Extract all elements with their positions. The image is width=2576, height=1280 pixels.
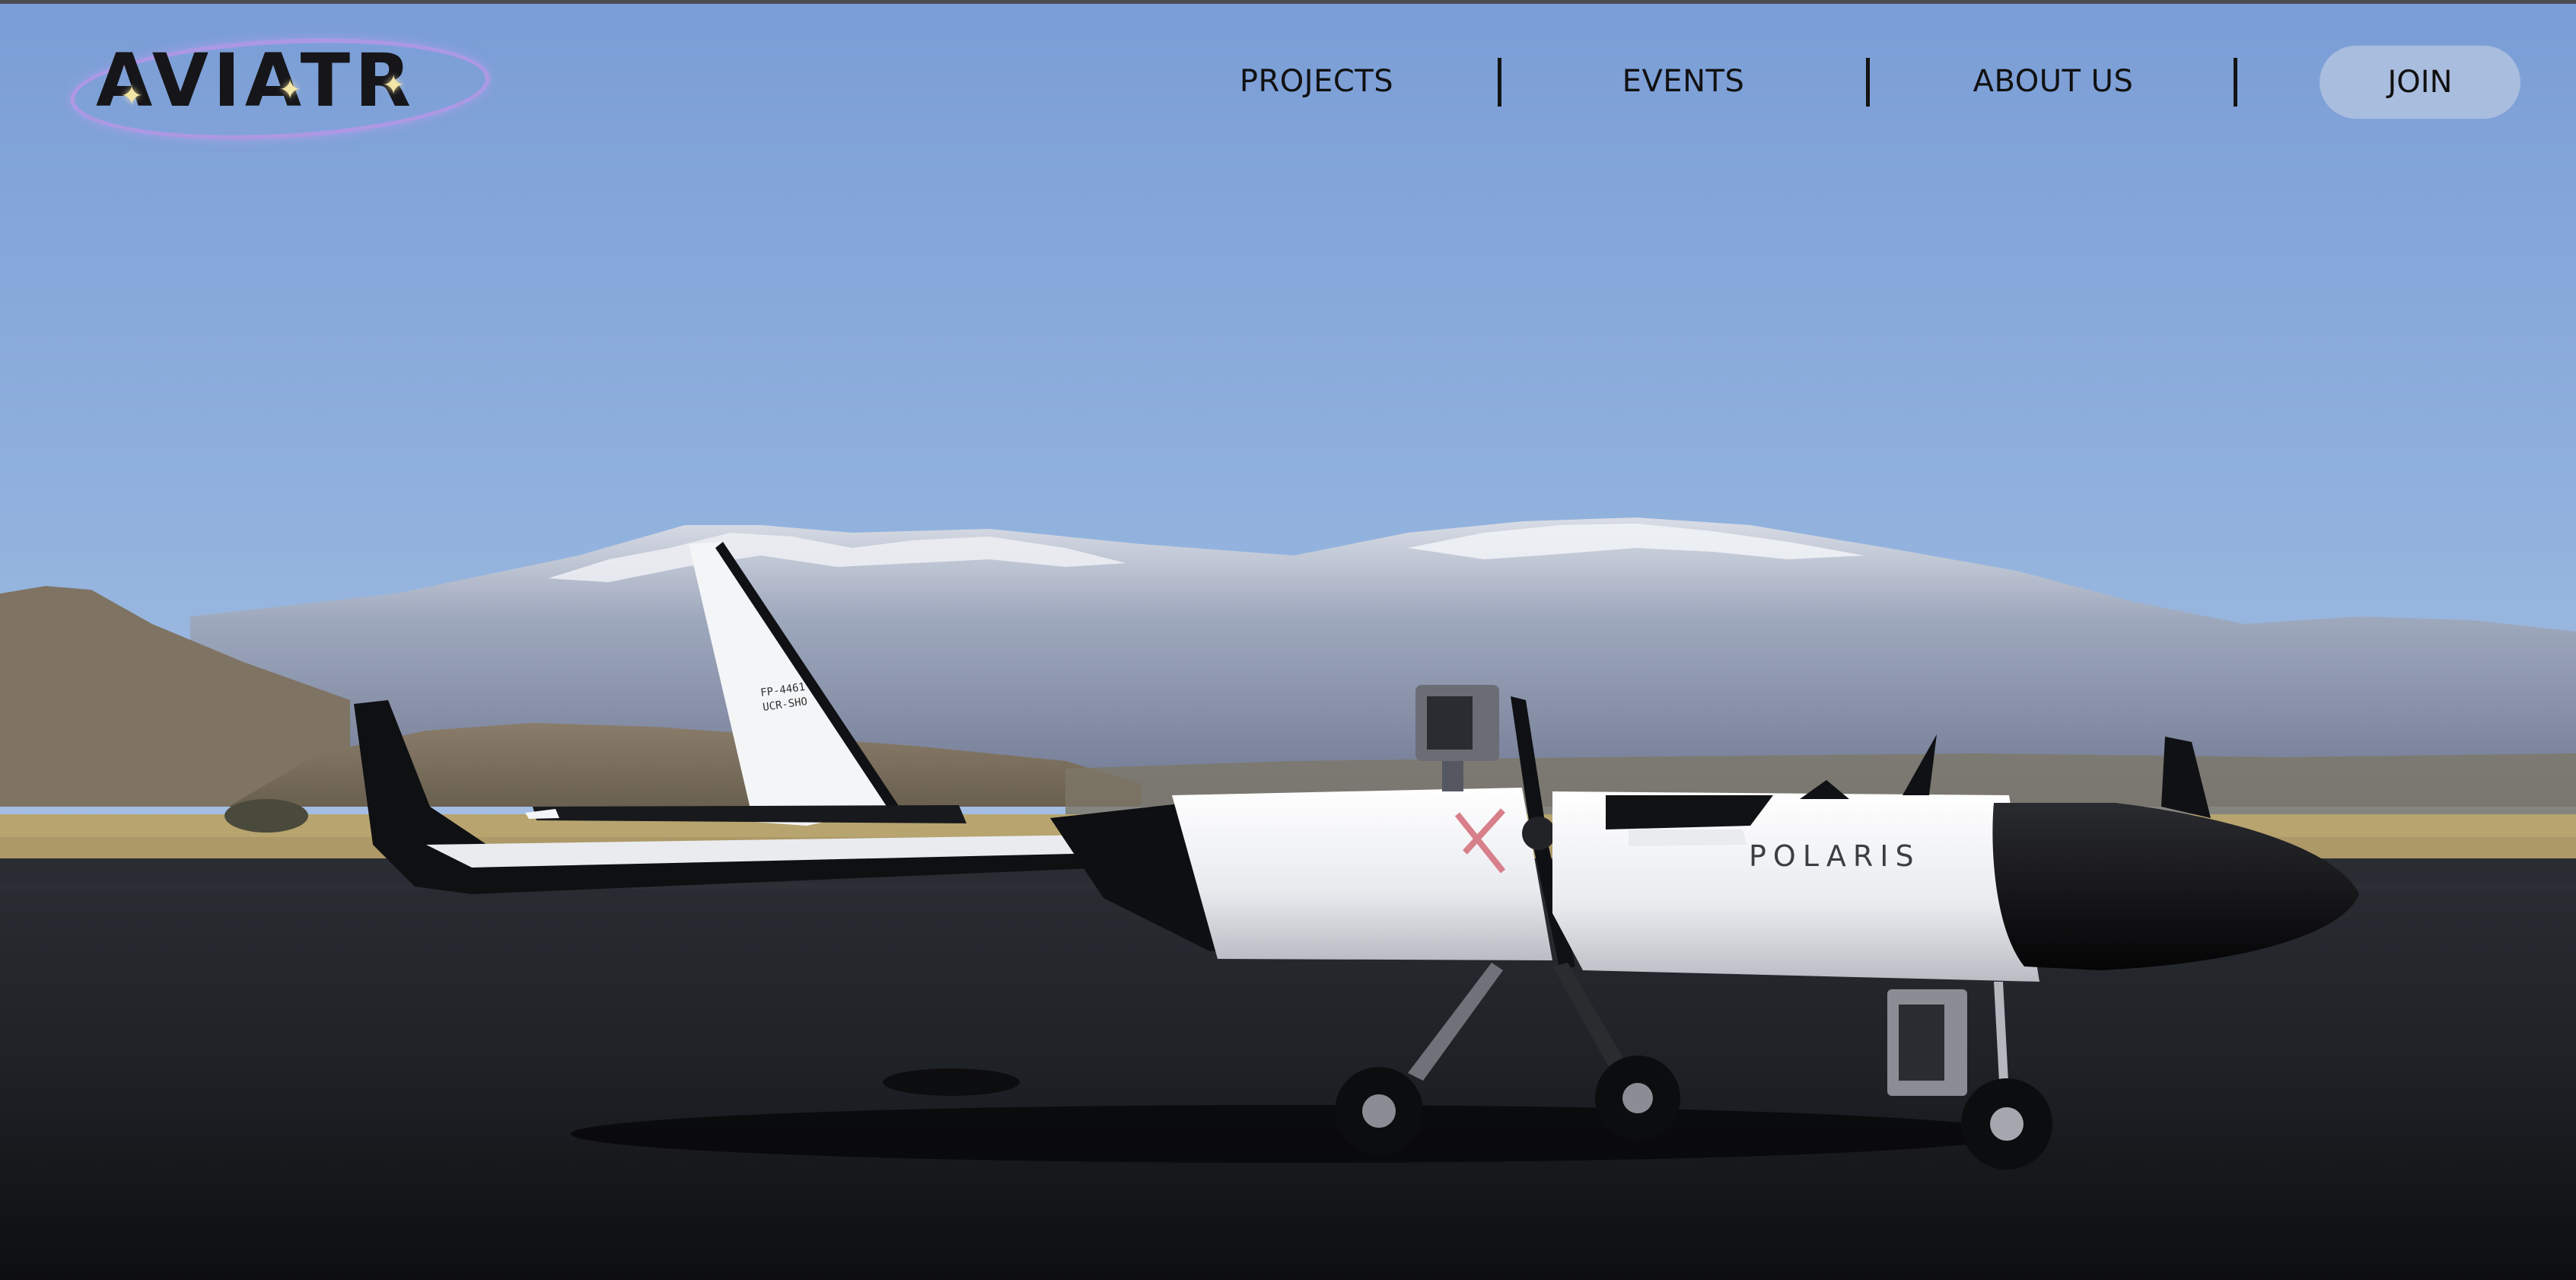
nav-about-us[interactable]: ABOUT US xyxy=(1939,55,2167,108)
nav-divider xyxy=(1498,58,1501,107)
nav-events[interactable]: EVENTS xyxy=(1584,55,1782,108)
sparkle-star-icon: ✦ xyxy=(120,80,144,111)
sparkle-star-icon: ✦ xyxy=(382,69,406,100)
aircraft-name: POLARIS xyxy=(1749,839,1921,873)
nav-divider xyxy=(1866,58,1870,107)
sparkle-star-icon: ✦ xyxy=(279,74,302,105)
join-button[interactable]: JOIN xyxy=(2320,46,2520,119)
nav-projects[interactable]: PROJECTS xyxy=(1218,55,1415,108)
nav-divider xyxy=(2234,58,2237,107)
top-border xyxy=(0,0,2576,4)
hero-image: FP-4461 UCR-SHO POLARIS xyxy=(0,0,2576,1280)
aviatr-logo[interactable]: AVIATR ✦ ✦ ✦ xyxy=(67,28,493,150)
